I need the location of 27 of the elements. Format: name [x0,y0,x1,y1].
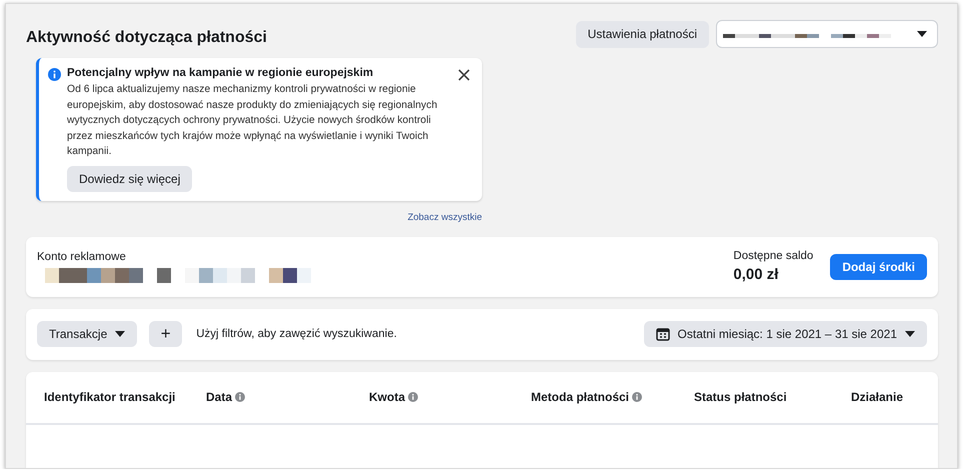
column-header: Data [206,390,232,404]
account-select[interactable] [716,20,938,48]
column-header: Status płatności [694,390,787,404]
caret-icon [115,331,126,338]
close-icon[interactable] [458,69,470,81]
info-icon [48,68,61,81]
column-header: Działanie [851,390,904,404]
notice-text: Od 6 lipca aktualizujemy nasze mechanizmy kontroli prywatności w regionie europejskim, aby dostosować nasze produkty do zmieniających się regionalnych wytycznych dotyczących ochrony prywatności. Użycie nowych środków kontroli przez mieszkańców tych krajów może wpłynąć na wyświetlanie i wyniki Twoich kampanii. [67,83,438,160]
page-title: Aktywność dotycząca płatności [26,29,267,47]
calendar-icon [656,327,670,342]
caret-icon [917,31,927,37]
transactions-dropdown[interactable]: Transakcje [37,321,138,348]
account-label: Konto reklamowe [37,250,127,263]
see-all-link[interactable]: Zobacz wszystkie [408,212,482,223]
column-header: Metoda płatności [531,390,630,404]
balance-amount: 0,00 zł [733,266,780,284]
add-funds-button[interactable]: Dodaj środki [830,254,927,280]
add-filter-button[interactable]: + [149,321,182,348]
caret-icon [905,331,915,338]
notice-title: Potencjalny wpływ na kampanie w regionie europejskim [67,67,374,79]
column-header: Kwota [369,390,405,404]
settings-button[interactable]: Ustawienia płatności [576,20,709,48]
balance-label: Dostępne saldo [733,250,814,262]
date-range-dropdown[interactable]: Ostatni miesiąc: 1 sie 2021 – 31 sie 2021 [644,321,927,348]
column-header: Identyfikator transakcji [44,390,176,404]
learn-more-button[interactable]: Dowiedz się więcej [67,166,192,192]
filter-hint: Użyj filtrów, aby zawęzić wyszukiwanie. [196,328,397,340]
